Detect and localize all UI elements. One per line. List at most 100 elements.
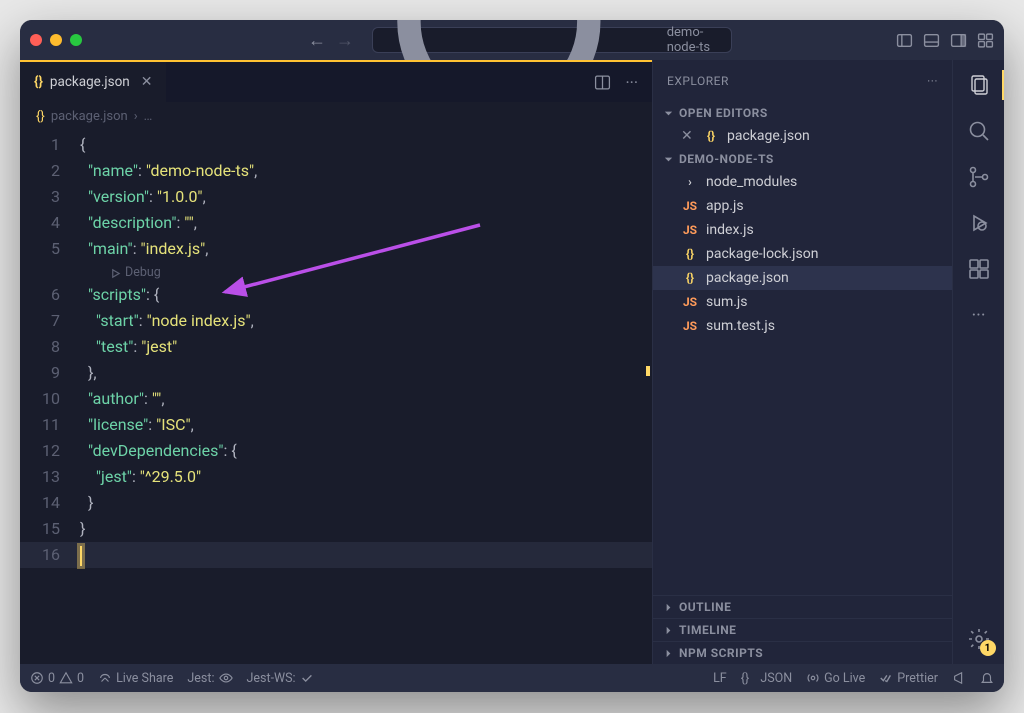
line-number: 4 [20, 210, 80, 236]
more-actions-icon[interactable]: ··· [625, 73, 638, 92]
debug-codelens[interactable]: Debug [110, 260, 161, 286]
code-line[interactable]: 16 [20, 542, 652, 568]
run-debug-activity-icon[interactable] [966, 210, 992, 236]
file-label: sum.test.js [706, 318, 775, 334]
chevron-right-icon: › [681, 175, 699, 189]
layout-controls [896, 32, 994, 49]
status-eol[interactable]: LF [713, 671, 727, 686]
status-jest-ws[interactable]: Jest-WS: [247, 671, 314, 686]
section-label: NPM SCRIPTS [679, 646, 763, 660]
titlebar: ← → demo-node-ts [20, 20, 1004, 60]
open-editor-item[interactable]: ✕{}package.json [653, 124, 952, 148]
status-feedback[interactable] [952, 671, 966, 685]
editor-area: {} package.json ✕ ··· {} package.json › … [20, 60, 652, 664]
file-tree-item[interactable]: › node_modules [653, 170, 952, 194]
collapsed-section[interactable]: TIMELINE [653, 618, 952, 641]
settings-badge: 1 [980, 640, 996, 656]
workspace-section[interactable]: DEMO-NODE-TS [653, 148, 952, 170]
breadcrumb-file: package.json [51, 109, 128, 124]
file-label: sum.js [706, 294, 748, 310]
breadcrumb[interactable]: {} package.json › … [20, 102, 652, 130]
code-line[interactable]: 3 "version": "1.0.0", [20, 184, 652, 210]
window-traffic-lights [30, 34, 82, 46]
tab-package-json[interactable]: {} package.json ✕ [20, 62, 167, 102]
code-line[interactable]: 11 "license": "ISC", [20, 412, 652, 438]
file-icon: JS [681, 295, 699, 309]
liveshare-icon [98, 671, 112, 685]
activity-bar: ··· 1 [952, 60, 1004, 664]
code-line[interactable]: 1{ [20, 132, 652, 158]
minimize-window-button[interactable] [50, 34, 62, 46]
toggle-sidebar-right-icon[interactable] [950, 32, 967, 49]
code-editor[interactable]: Debug 1{2 "name": "demo-node-ts",3 "vers… [20, 130, 652, 664]
status-notifications[interactable] [980, 671, 994, 685]
line-number: 6 [20, 282, 80, 308]
file-tree-item[interactable]: JSindex.js [653, 218, 952, 242]
codelens-label: Debug [125, 260, 161, 286]
status-golive[interactable]: Go Live [806, 671, 865, 686]
explorer-activity-icon[interactable] [966, 72, 992, 98]
close-icon[interactable]: ✕ [681, 128, 695, 144]
source-control-activity-icon[interactable] [966, 164, 992, 190]
code-line[interactable]: 8 "test": "jest" [20, 334, 652, 360]
code-line[interactable]: 13 "jest": "^29.5.0" [20, 464, 652, 490]
code-line[interactable]: 15} [20, 516, 652, 542]
explorer-panel: EXPLORER ··· OPEN EDITORS ✕{}package.jso… [652, 60, 952, 664]
status-prettier[interactable]: Prettier [879, 671, 938, 686]
command-center-label: demo-node-ts [667, 25, 731, 55]
section-label: OUTLINE [679, 600, 731, 614]
maximize-window-button[interactable] [70, 34, 82, 46]
section-label: TIMELINE [679, 623, 736, 637]
nav-forward-icon[interactable]: → [336, 30, 354, 51]
bell-icon [980, 671, 994, 685]
toggle-panel-bottom-icon[interactable] [923, 32, 940, 49]
line-number: 8 [20, 334, 80, 360]
nav-back-icon[interactable]: ← [308, 30, 326, 51]
extensions-activity-icon[interactable] [966, 256, 992, 282]
check-icon [300, 671, 314, 685]
vscode-window: ← → demo-node-ts {} package.json ✕ [20, 20, 1004, 692]
code-line[interactable]: 9 }, [20, 360, 652, 386]
error-icon [30, 671, 44, 685]
collapsed-section[interactable]: OUTLINE [653, 595, 952, 618]
code-line[interactable]: 12 "devDependencies": { [20, 438, 652, 464]
status-problems[interactable]: 0 0 [30, 671, 84, 686]
code-line[interactable]: 14 } [20, 490, 652, 516]
file-label: node_modules [706, 174, 797, 190]
line-number: 2 [20, 158, 80, 184]
command-center[interactable]: demo-node-ts [372, 27, 732, 53]
open-editors-section[interactable]: OPEN EDITORS [653, 102, 952, 124]
explorer-more-icon[interactable]: ··· [927, 74, 938, 88]
file-label: package.json [727, 128, 810, 144]
close-window-button[interactable] [30, 34, 42, 46]
json-file-icon: {} [34, 74, 43, 90]
code-line[interactable]: 7 "start": "node index.js", [20, 308, 652, 334]
tab-close-icon[interactable]: ✕ [141, 74, 153, 90]
line-number: 12 [20, 438, 80, 464]
code-line[interactable]: 10 "author": "", [20, 386, 652, 412]
file-tree-item[interactable]: JS sum.js [653, 290, 952, 314]
code-line[interactable]: 5 "main": "index.js", [20, 236, 652, 262]
file-tree-item[interactable]: JSapp.js [653, 194, 952, 218]
status-jest[interactable]: Jest: [187, 671, 232, 686]
text-cursor [80, 546, 82, 566]
file-tree-item[interactable]: {} package-lock.json [653, 242, 952, 266]
customize-layout-icon[interactable] [977, 32, 994, 49]
line-number: 5 [20, 236, 80, 262]
status-liveshare[interactable]: Live Share [98, 671, 173, 686]
breadcrumb-more: … [144, 109, 153, 124]
status-language[interactable]: {} JSON [741, 671, 792, 686]
code-line[interactable]: 2 "name": "demo-node-ts", [20, 158, 652, 184]
settings-gear-icon[interactable]: 1 [966, 626, 992, 652]
file-tree-item[interactable]: JSsum.test.js [653, 314, 952, 338]
file-icon: {} [681, 247, 699, 261]
tab-bar: {} package.json ✕ ··· [20, 60, 652, 102]
file-label: package-lock.json [706, 246, 818, 262]
search-activity-icon[interactable] [966, 118, 992, 144]
code-line[interactable]: 4 "description": "", [20, 210, 652, 236]
collapsed-section[interactable]: NPM SCRIPTS [653, 641, 952, 664]
more-activity-icon[interactable]: ··· [966, 302, 992, 328]
toggle-sidebar-left-icon[interactable] [896, 32, 913, 49]
file-tree-item[interactable]: {}package.json [653, 266, 952, 290]
split-editor-icon[interactable] [594, 74, 611, 91]
